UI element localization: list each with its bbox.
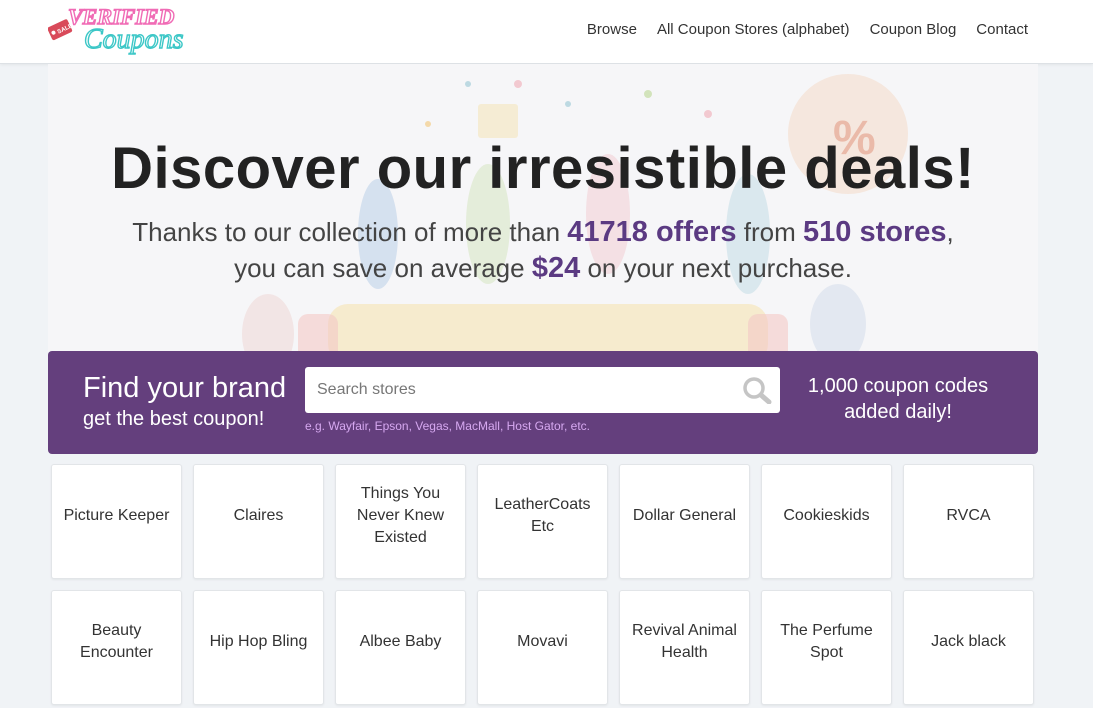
daily-codes-line-1: 1,000 coupon codes (807, 375, 989, 397)
search-box (305, 367, 780, 413)
hero-illustration: % (242, 74, 908, 352)
nav-contact[interactable]: Contact (976, 20, 1028, 40)
store-card-cookieskids[interactable]: Cookieskids (761, 464, 892, 579)
store-card-revival-animal-health[interactable]: Revival Animal Health (619, 590, 750, 705)
store-card-beauty-encounter[interactable]: Beauty Encounter (51, 590, 182, 705)
hero-sub-text-5: on your next purchase. (580, 253, 852, 283)
logo-graphic: SALE VERIFIED Coupons (47, 3, 184, 56)
stores-count: 510 stores (803, 216, 947, 248)
nav-browse[interactable]: Browse (587, 20, 637, 40)
store-card-things-you-never-knew-existed[interactable]: Things You Never Knew Existed (335, 464, 466, 579)
find-brand-subtitle: get the best coupon! (83, 408, 265, 430)
store-card-the-perfume-spot[interactable]: The Perfume Spot (761, 590, 892, 705)
logo-text-bottom: Coupons (84, 24, 184, 55)
hero-sub-text-3: , (946, 217, 954, 247)
average-savings: $24 (531, 252, 581, 284)
store-card-hip-hop-bling[interactable]: Hip Hop Bling (193, 590, 324, 705)
store-card-dollar-general[interactable]: Dollar General (619, 464, 750, 579)
nav-coupon-blog[interactable]: Coupon Blog (870, 20, 957, 40)
nav-all-coupon-stores[interactable]: All Coupon Stores (alphabet) (657, 20, 850, 40)
search-input[interactable] (305, 367, 735, 413)
search-hint: e.g. Wayfair, Epson, Vegas, MacMall, Hos… (305, 419, 591, 433)
hero-subtitle: Thanks to our collection of more than 41… (48, 214, 1038, 286)
store-card-leathercoats-etc[interactable]: LeatherCoats Etc (477, 464, 608, 579)
find-brand-title: Find your brand (83, 372, 287, 404)
store-card-albee-baby[interactable]: Albee Baby (335, 590, 466, 705)
store-card-jack-black[interactable]: Jack black (903, 590, 1034, 705)
main-nav: Browse All Coupon Stores (alphabet) Coup… (587, 20, 1028, 40)
store-grid: Picture Keeper Claires Things You Never … (51, 464, 1035, 705)
site-logo[interactable]: SALE VERIFIED Coupons (47, 2, 208, 60)
search-band: Find your brand get the best coupon! e.g… (48, 351, 1038, 454)
store-card-claires[interactable]: Claires (193, 464, 324, 579)
hero-sub-text-1: Thanks to our collection of more than (132, 217, 568, 247)
search-icon[interactable] (742, 376, 772, 405)
daily-codes-line-2: added daily! (844, 401, 952, 423)
hero-sub-text-2: from (736, 217, 803, 247)
store-card-picture-keeper[interactable]: Picture Keeper (51, 464, 182, 579)
daily-codes-note: 1,000 coupon codes added daily! (800, 373, 996, 425)
top-navbar: SALE VERIFIED Coupons Browse All Coupon … (0, 0, 1093, 64)
store-card-movavi[interactable]: Movavi (477, 590, 608, 705)
store-card-rvca[interactable]: RVCA (903, 464, 1034, 579)
hero-banner: % Discover our irresistible deals! Thank… (48, 64, 1038, 352)
hero-sub-text-4: you can save on average (234, 253, 532, 283)
offers-count: 41718 offers (567, 216, 737, 248)
hero-title: Discover our irresistible deals! (111, 136, 975, 201)
